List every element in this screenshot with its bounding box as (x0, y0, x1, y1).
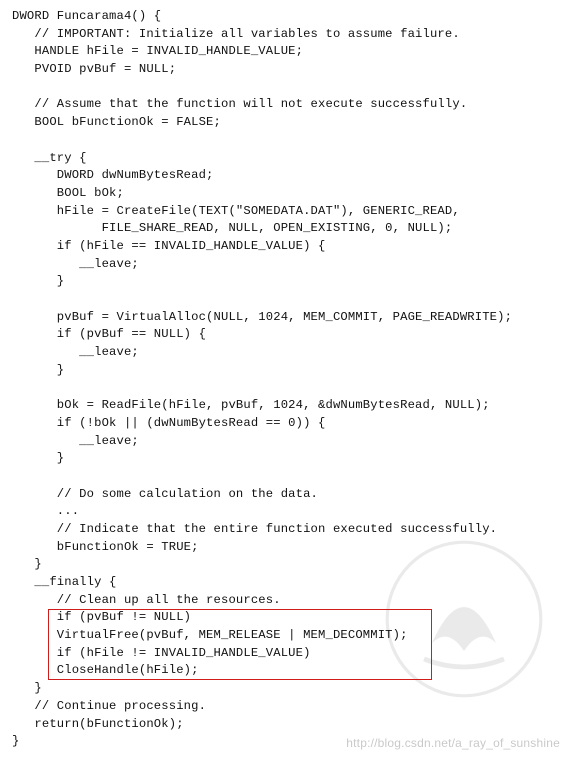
code-line: if (pvBuf != NULL) (12, 610, 191, 624)
code-line: ... (12, 504, 79, 518)
footer-url: http://blog.csdn.net/a_ray_of_sunshine (346, 735, 560, 752)
code-line: return(bFunctionOk); (12, 717, 184, 731)
code-line: VirtualFree(pvBuf, MEM_RELEASE | MEM_DEC… (12, 628, 408, 642)
code-line: } (12, 557, 42, 571)
code-line: // Assume that the function will not exe… (12, 97, 467, 111)
code-line: BOOL bFunctionOk = FALSE; (12, 115, 221, 129)
code-line: bOk = ReadFile(hFile, pvBuf, 1024, &dwNu… (12, 398, 490, 412)
code-line: CloseHandle(hFile); (12, 663, 199, 677)
code-line: if (hFile != INVALID_HANDLE_VALUE) (12, 646, 311, 660)
code-line: PVOID pvBuf = NULL; (12, 62, 176, 76)
code-line: HANDLE hFile = INVALID_HANDLE_VALUE; (12, 44, 303, 58)
code-line: // Clean up all the resources. (12, 593, 281, 607)
code-line: } (12, 274, 64, 288)
code-line: FILE_SHARE_READ, NULL, OPEN_EXISTING, 0,… (12, 221, 452, 235)
code-line: if (pvBuf == NULL) { (12, 327, 206, 341)
code-line: // Indicate that the entire function exe… (12, 522, 497, 536)
code-line: BOOL bOk; (12, 186, 124, 200)
code-line: } (12, 734, 19, 748)
code-line: hFile = CreateFile(TEXT("SOMEDATA.DAT"),… (12, 204, 460, 218)
code-line: // Continue processing. (12, 699, 206, 713)
code-line: __leave; (12, 434, 139, 448)
code-line: } (12, 451, 64, 465)
code-line: __try { (12, 151, 87, 165)
code-line: // Do some calculation on the data. (12, 487, 318, 501)
code-line: __leave; (12, 257, 139, 271)
code-line: pvBuf = VirtualAlloc(NULL, 1024, MEM_COM… (12, 310, 512, 324)
code-line: DWORD dwNumBytesRead; (12, 168, 214, 182)
code-line: // IMPORTANT: Initialize all variables t… (12, 27, 460, 41)
code-line: if (hFile == INVALID_HANDLE_VALUE) { (12, 239, 325, 253)
code-line: __leave; (12, 345, 139, 359)
code-line: DWORD Funcarama4() { (12, 9, 161, 23)
code-line: if (!bOk || (dwNumBytesRead == 0)) { (12, 416, 325, 430)
code-listing: DWORD Funcarama4() { // IMPORTANT: Initi… (12, 8, 562, 751)
code-line: bFunctionOk = TRUE; (12, 540, 199, 554)
code-line: } (12, 363, 64, 377)
code-line: } (12, 681, 42, 695)
code-line: __finally { (12, 575, 117, 589)
